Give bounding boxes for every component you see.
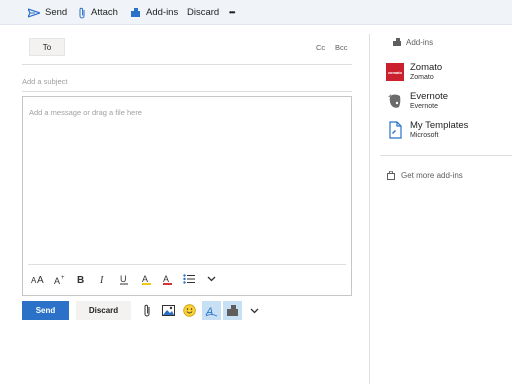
more-options-button[interactable]: ••• — [229, 0, 235, 25]
font-size-icon: AA — [31, 275, 44, 284]
highlighter-icon: A — [141, 274, 151, 285]
body-placeholder: Add a message or drag a file here — [29, 108, 142, 117]
paperclip-icon — [144, 304, 149, 317]
svg-text:+: + — [61, 275, 65, 281]
get-more-addins-link[interactable]: Get more add-ins — [387, 171, 463, 180]
evernote-logo — [386, 92, 404, 110]
zomato-logo: zomato — [386, 63, 404, 81]
svg-text:A: A — [163, 274, 169, 284]
underline-button[interactable]: U — [116, 270, 132, 288]
format-pen-icon: A — [205, 306, 218, 317]
discard-button[interactable]: Discard — [76, 301, 131, 320]
addins-divider — [380, 155, 512, 156]
svg-text:A: A — [37, 275, 44, 284]
get-more-addins-label: Get more add-ins — [401, 171, 463, 180]
svg-text:B: B — [77, 275, 84, 284]
font-color-button[interactable]: A — [159, 270, 175, 288]
svg-text:A: A — [54, 276, 60, 285]
paperclip-icon — [79, 7, 85, 18]
highlight-button[interactable]: A — [138, 270, 154, 288]
to-divider — [22, 64, 352, 65]
addins-pane-title: Add-ins — [406, 37, 434, 47]
to-button[interactable]: To — [29, 38, 65, 56]
addin-item-zomato[interactable]: zomato Zomato Zomato — [386, 62, 442, 82]
toolbar-discard-button[interactable]: Discard — [187, 0, 219, 25]
cc-button[interactable]: Cc — [316, 43, 325, 52]
templates-icon — [386, 121, 404, 139]
store-icon — [387, 171, 395, 180]
toolbar-addins-label: Add-ins — [146, 7, 179, 18]
format-options-button[interactable]: A — [202, 301, 221, 320]
italic-button[interactable]: I — [95, 270, 111, 288]
emoji-icon — [183, 304, 196, 317]
addins-tool-button[interactable] — [223, 301, 242, 320]
addin-name: My Templates — [410, 120, 469, 131]
toolbar-addins-button[interactable]: Add-ins — [130, 0, 178, 25]
svg-text:A: A — [205, 306, 213, 317]
addin-publisher: Microsoft — [410, 132, 439, 139]
svg-text:I: I — [99, 275, 104, 284]
addins-pane-header: Add-ins — [392, 37, 433, 47]
more-actions-button[interactable] — [245, 301, 264, 320]
bold-button[interactable]: B — [73, 270, 89, 288]
toolbar-attach-button[interactable]: Attach — [78, 0, 118, 25]
emoji-button[interactable] — [180, 301, 199, 320]
italic-icon: I — [99, 275, 104, 284]
addin-publisher: Evernote — [410, 103, 439, 110]
underline-icon: U — [120, 274, 128, 284]
toolbar-attach-label: Attach — [91, 7, 118, 18]
message-editor[interactable]: Add a message or drag a file here AA A + … — [22, 96, 352, 296]
addin-name: Evernote — [410, 91, 449, 102]
chevron-down-icon — [250, 308, 259, 313]
format-divider — [28, 264, 346, 265]
more-icon: ••• — [229, 8, 235, 17]
svg-text:A: A — [142, 274, 148, 284]
toolbar-discard-label: Discard — [187, 7, 220, 18]
toolbar-send-label: Send — [45, 7, 68, 18]
bullet-list-icon — [183, 274, 195, 284]
toolbar-send-button[interactable]: Send — [28, 0, 67, 25]
more-formatting-button[interactable] — [203, 270, 219, 288]
send-button[interactable]: Send — [22, 301, 69, 320]
addins-icon — [227, 305, 238, 316]
addin-item-evernote[interactable]: Evernote Evernote — [386, 91, 448, 111]
subject-divider — [22, 91, 352, 92]
svg-text:U: U — [120, 274, 127, 284]
chevron-down-icon — [207, 276, 215, 282]
subject-input[interactable]: Add a subject — [22, 77, 67, 86]
bcc-button[interactable]: Bcc — [335, 43, 348, 52]
grow-font-button[interactable]: A + — [52, 270, 68, 288]
addin-item-my-templates[interactable]: My Templates Microsoft — [386, 120, 468, 140]
send-icon — [28, 7, 40, 18]
addins-icon — [131, 8, 140, 17]
font-size-button[interactable]: AA — [30, 270, 46, 288]
insert-picture-button[interactable] — [159, 301, 178, 320]
command-bar: Send Attach Add-ins Discard ••• — [0, 0, 512, 25]
bold-icon: B — [77, 275, 84, 284]
pane-divider — [369, 34, 370, 384]
addin-name: Zomato — [410, 62, 443, 73]
attach-file-button[interactable] — [137, 301, 156, 320]
picture-icon — [162, 305, 175, 316]
grow-font-icon: A + — [54, 275, 65, 285]
addins-icon — [393, 38, 401, 46]
addin-publisher: Zomato — [410, 74, 434, 81]
bullets-button[interactable] — [181, 270, 197, 288]
font-color-icon: A — [162, 274, 172, 285]
